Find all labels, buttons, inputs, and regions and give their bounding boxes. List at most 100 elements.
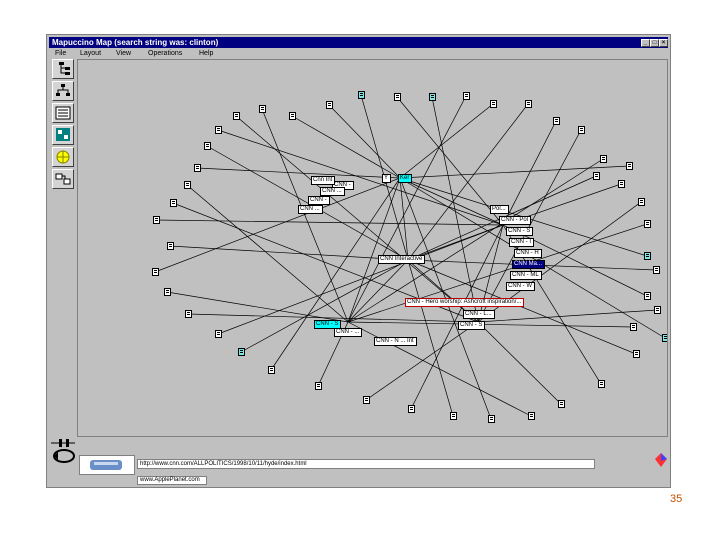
node-label[interactable]: CNN Interactive (378, 255, 426, 264)
map-layout-icon (56, 128, 70, 141)
graph-node-icon[interactable] (215, 126, 222, 134)
node-label[interactable]: CNN - Pol (499, 216, 532, 225)
node-label[interactable]: CNN - S (458, 321, 486, 330)
graph-node-icon[interactable] (315, 382, 322, 390)
graph-node-icon[interactable] (289, 112, 296, 120)
graph-node-icon[interactable] (408, 405, 415, 413)
graph-node-icon[interactable] (490, 100, 497, 108)
close-button[interactable]: × (659, 39, 668, 47)
graph-node-icon[interactable] (152, 268, 159, 276)
graph-node-icon[interactable] (618, 180, 625, 188)
graph-node-icon[interactable] (630, 323, 637, 331)
map-layout-button[interactable] (52, 125, 74, 145)
graph-node-icon[interactable] (194, 164, 201, 172)
graph-node-icon[interactable] (268, 366, 275, 374)
graph-node-icon[interactable] (358, 91, 365, 99)
graph-node-icon[interactable] (429, 93, 436, 101)
menu-operations[interactable]: Operations (148, 48, 182, 59)
title-bar: Mapuccino Map (search string was: clinto… (49, 37, 668, 48)
hierarchy-layout-icon (56, 84, 70, 96)
node-label[interactable]: CNN - L... (463, 310, 495, 319)
graph-node-icon[interactable] (204, 142, 211, 150)
graph-node-icon[interactable] (578, 126, 585, 134)
url-display: http://www.cnn.com/ALLPOLITICS/1998/10/1… (137, 459, 595, 469)
graph-node-icon[interactable] (633, 350, 640, 358)
menu-file[interactable]: File (55, 48, 66, 59)
graph-node-icon[interactable] (626, 162, 633, 170)
graph-node-icon[interactable] (463, 92, 470, 100)
graph-node-icon[interactable] (638, 198, 645, 206)
graph-edge (291, 115, 401, 179)
node-label[interactable]: Cnn Int (311, 176, 336, 185)
graph-edge (477, 321, 562, 405)
maximize-button[interactable]: □ (650, 39, 659, 47)
node-label[interactable]: Ker (398, 174, 413, 183)
menu-help[interactable]: Help (199, 48, 213, 59)
status-area: http://www.cnn.com/ALLPOLITICS/1998/10/1… (49, 439, 668, 485)
graph-edge (166, 291, 349, 323)
brand-icon (655, 453, 667, 467)
graph-edge (347, 177, 401, 323)
node-label[interactable]: CNN - W (506, 282, 535, 291)
graph-node-icon[interactable] (215, 330, 222, 338)
node-label[interactable]: CNN ... (320, 187, 345, 196)
tree-layout-button[interactable] (52, 59, 74, 79)
node-label[interactable]: Y (382, 174, 392, 183)
graph-edge (217, 129, 504, 226)
graph-node-icon[interactable] (644, 252, 651, 260)
node-label[interactable]: CNN - (308, 196, 330, 205)
node-label[interactable]: CNN - I (509, 238, 534, 247)
graph-node-icon[interactable] (662, 334, 667, 342)
minimize-button[interactable]: _ (641, 39, 650, 47)
node-label[interactable]: CNN - S (506, 227, 534, 236)
zoom-slider[interactable] (49, 439, 77, 447)
graph-node-icon[interactable] (488, 415, 495, 423)
graph-edge (347, 95, 467, 323)
graph-node-icon[interactable] (170, 199, 177, 207)
graph-node-icon[interactable] (185, 310, 192, 318)
graph-node-icon[interactable] (233, 112, 240, 120)
graph-node-icon[interactable] (644, 292, 651, 300)
graph-node-icon[interactable] (153, 216, 160, 224)
graph-node-icon[interactable] (450, 412, 457, 420)
graph-node-icon[interactable] (238, 348, 245, 356)
status-message: www.ApplePlanet.com (137, 476, 207, 485)
node-label[interactable]: CNN - Hero worship: Ashcroft inspiration… (405, 298, 525, 307)
tree-layout-icon (59, 62, 70, 75)
hierarchy-layout-button[interactable] (52, 81, 74, 101)
graph-edge (154, 177, 401, 273)
graph-edge (365, 321, 479, 401)
graph-node-icon[interactable] (394, 93, 401, 101)
graph-node-icon[interactable] (553, 117, 560, 125)
node-label[interactable]: Pol... (490, 205, 509, 214)
graph-node-icon[interactable] (654, 306, 661, 314)
menu-view[interactable]: View (116, 48, 131, 59)
list-layout-button[interactable] (52, 103, 74, 123)
menu-layout[interactable]: Layout (80, 48, 101, 59)
graph-node-icon[interactable] (326, 101, 333, 109)
graph-node-icon[interactable] (184, 181, 191, 189)
back-arrow-icon[interactable] (51, 447, 77, 465)
graph-node-icon[interactable] (525, 100, 532, 108)
graph-node-icon[interactable] (593, 172, 600, 180)
node-label[interactable]: CNN - ML (510, 271, 542, 280)
graph-node-icon[interactable] (167, 242, 174, 250)
graph-node-icon[interactable] (598, 380, 605, 388)
node-label[interactable]: CNN Ma... (512, 260, 546, 269)
graph-node-icon[interactable] (600, 155, 607, 163)
node-label[interactable]: CNN - H (514, 249, 542, 258)
node-label[interactable]: CNN ... (298, 205, 323, 214)
world-button[interactable] (52, 147, 74, 167)
graph-node-icon[interactable] (644, 220, 651, 228)
graph-node-icon[interactable] (259, 105, 266, 113)
refresh-button[interactable] (52, 169, 74, 189)
graph-node-icon[interactable] (653, 266, 660, 274)
map-canvas[interactable]: Y Ker CNN - CNN ... CNN - CNN ... Cnn In… (77, 59, 668, 437)
graph-node-icon[interactable] (558, 400, 565, 408)
app-logo (79, 455, 135, 475)
node-label[interactable]: CNN - N ... Int (374, 337, 417, 346)
node-label[interactable]: CNN - ... (334, 328, 363, 337)
graph-node-icon[interactable] (363, 396, 370, 404)
graph-node-icon[interactable] (528, 412, 535, 420)
graph-node-icon[interactable] (164, 288, 171, 296)
